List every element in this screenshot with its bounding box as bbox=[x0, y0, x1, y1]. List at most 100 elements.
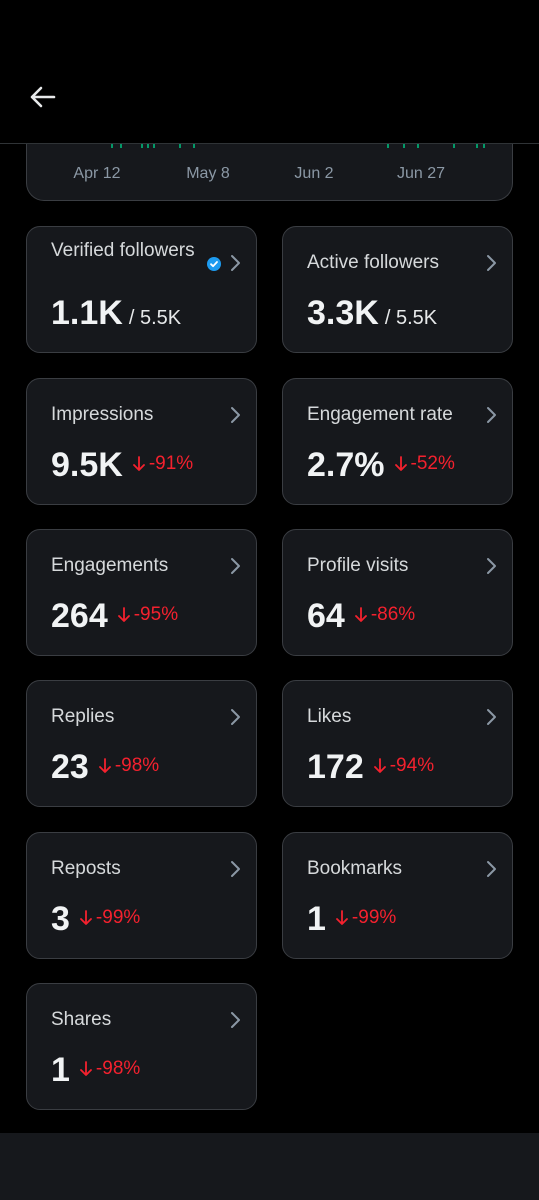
metric-total: / 5.5K bbox=[128, 307, 182, 329]
arrow-down-icon bbox=[373, 758, 386, 773]
chevron-right-icon bbox=[487, 255, 496, 271]
metric-value: 9.5K bbox=[51, 446, 123, 484]
chart-bar bbox=[387, 144, 389, 148]
x-axis-label: May 8 bbox=[186, 165, 230, 182]
chart-bar bbox=[153, 144, 155, 148]
arrow-down-icon bbox=[336, 910, 348, 925]
chevron-right-icon bbox=[487, 558, 496, 574]
chevron-right-icon bbox=[487, 407, 496, 423]
card-bookmarks[interactable]: Bookmarks 1 -99% bbox=[282, 832, 513, 959]
metric-change: -91% bbox=[132, 444, 194, 484]
back-button[interactable] bbox=[22, 78, 62, 116]
card-label: Likes bbox=[307, 706, 352, 727]
card-label: Active followers bbox=[307, 252, 439, 273]
chevron-right-icon bbox=[487, 709, 496, 725]
metric-change: -52% bbox=[394, 444, 455, 484]
metric-change: -98% bbox=[98, 746, 160, 786]
metric-total: / 5.5K bbox=[384, 307, 438, 329]
verified-badge-icon bbox=[207, 257, 221, 271]
chart-bar bbox=[476, 144, 478, 148]
top-bar bbox=[0, 0, 539, 144]
metric-value: 3.3K bbox=[307, 294, 379, 332]
chevron-right-icon bbox=[231, 861, 240, 877]
metric-value-wrap: 64 -86% bbox=[307, 596, 415, 638]
card-label: Engagement rate bbox=[307, 404, 453, 425]
metric-value: 23 bbox=[51, 748, 89, 786]
bottom-bar bbox=[0, 1133, 539, 1200]
card-label: Reposts bbox=[51, 858, 121, 879]
metric-value-wrap: 172 -94% bbox=[307, 747, 434, 789]
metric-value-wrap: 1.1K/ 5.5K bbox=[51, 293, 181, 338]
card-active-followers[interactable]: Active followers 3.3K/ 5.5K bbox=[282, 226, 513, 353]
card-replies[interactable]: Replies 23 -98% bbox=[26, 680, 257, 807]
card-verified-followers[interactable]: Verified followers 1.1K/ 5.5K bbox=[26, 226, 257, 353]
change-text: -95% bbox=[133, 604, 179, 626]
metric-value-wrap: 23 -98% bbox=[51, 747, 159, 789]
card-label: Engagements bbox=[51, 555, 169, 576]
card-label: Profile visits bbox=[307, 555, 409, 576]
change-text: -91% bbox=[148, 453, 194, 475]
metric-value-wrap: 3.3K/ 5.5K bbox=[307, 293, 437, 338]
card-engagements[interactable]: Engagements 264 -95% bbox=[26, 529, 257, 656]
x-axis-label: Jun 2 bbox=[294, 165, 334, 182]
arrow-down-icon bbox=[132, 456, 145, 471]
card-label: Bookmarks bbox=[307, 858, 403, 879]
metric-value: 1.1K bbox=[51, 294, 123, 332]
chart-bar bbox=[483, 144, 485, 148]
chevron-right-icon bbox=[231, 1012, 240, 1028]
metric-value: 2.7% bbox=[307, 446, 385, 484]
chart-bar bbox=[417, 144, 419, 148]
chevron-right-icon bbox=[231, 255, 240, 271]
card-profile-visits[interactable]: Profile visits 64 -86% bbox=[282, 529, 513, 656]
metric-value-wrap: 1 -99% bbox=[307, 899, 396, 941]
card-label: Verified followers bbox=[51, 240, 195, 261]
x-axis-label: Jun 27 bbox=[396, 165, 446, 182]
change-text: -99% bbox=[95, 907, 141, 929]
chart-bar bbox=[141, 144, 143, 148]
card-engagement-rate[interactable]: Engagement rate 2.7% -52% bbox=[282, 378, 513, 505]
change-text: -94% bbox=[389, 755, 435, 777]
card-impressions[interactable]: Impressions 9.5K -91% bbox=[26, 378, 257, 505]
metric-value-wrap: 3 -99% bbox=[51, 899, 140, 941]
metric-value: 1 bbox=[307, 900, 326, 938]
card-label: Shares bbox=[51, 1009, 112, 1030]
metric-value: 264 bbox=[51, 597, 108, 635]
arrow-down-icon bbox=[394, 456, 407, 471]
chart-bar bbox=[403, 144, 405, 148]
x-axis-label: Apr 12 bbox=[73, 165, 121, 182]
arrow-down-icon bbox=[98, 758, 111, 773]
metric-change: -99% bbox=[80, 898, 140, 938]
metric-value: 3 bbox=[51, 900, 70, 938]
metric-value: 64 bbox=[307, 597, 345, 635]
card-reposts[interactable]: Reposts 3 -99% bbox=[26, 832, 257, 959]
chart-bar bbox=[147, 144, 149, 148]
change-text: -86% bbox=[370, 604, 416, 626]
chevron-right-icon bbox=[231, 709, 240, 725]
chart-bar bbox=[179, 144, 181, 148]
card-likes[interactable]: Likes 172 -94% bbox=[282, 680, 513, 807]
arrow-down-icon bbox=[80, 910, 92, 925]
metric-value-wrap: 2.7% -52% bbox=[307, 445, 455, 487]
metric-change: -95% bbox=[117, 595, 179, 635]
change-text: -98% bbox=[95, 1058, 141, 1080]
chevron-right-icon bbox=[231, 558, 240, 574]
metric-value-wrap: 264 -95% bbox=[51, 596, 178, 638]
change-text: -98% bbox=[114, 755, 160, 777]
change-text: -52% bbox=[410, 453, 455, 475]
chart-bar bbox=[193, 144, 195, 148]
change-text: -99% bbox=[351, 907, 397, 929]
chart-bar bbox=[111, 144, 113, 148]
metric-value-wrap: 9.5K -91% bbox=[51, 445, 193, 487]
metric-change: -98% bbox=[80, 1049, 140, 1089]
metric-change: -99% bbox=[336, 898, 396, 938]
chevron-right-icon bbox=[231, 407, 240, 423]
chevron-right-icon bbox=[487, 861, 496, 877]
arrow-down-icon bbox=[117, 607, 130, 622]
metric-change: -86% bbox=[354, 595, 416, 635]
metric-value-wrap: 1 -98% bbox=[51, 1050, 140, 1092]
card-shares[interactable]: Shares 1 -98% bbox=[26, 983, 257, 1110]
metric-value: 1 bbox=[51, 1051, 70, 1089]
chart-bars bbox=[27, 144, 512, 150]
card-label: Replies bbox=[51, 706, 115, 727]
arrow-down-icon bbox=[80, 1061, 92, 1076]
